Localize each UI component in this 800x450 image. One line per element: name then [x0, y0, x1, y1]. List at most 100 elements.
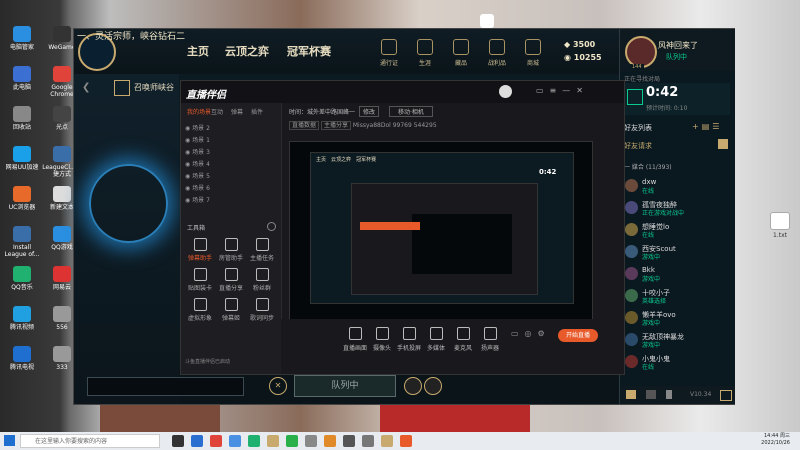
desktop-file-1txt[interactable]: 1.txt	[760, 212, 800, 239]
back-arrow-icon[interactable]: ❮	[82, 82, 90, 93]
friend-item[interactable]: 无敌顶神暴龙 游戏中	[620, 331, 735, 349]
tab-scenes[interactable]: 我的场景	[187, 107, 211, 116]
tab-plugins[interactable]: 插件	[251, 107, 263, 116]
taskbar-app-icon[interactable]	[362, 435, 374, 447]
settings-icons[interactable]: ▭◎⚙	[511, 329, 551, 338]
friend-actions-icons[interactable]: +▤☰	[692, 122, 722, 131]
friend-item[interactable]: 十咬小子 英雄选择	[620, 287, 735, 305]
mic-icon[interactable]	[666, 390, 672, 399]
requests-icon[interactable]	[718, 139, 728, 149]
tab-tft[interactable]: 云顶之弈	[225, 43, 269, 59]
friend-item[interactable]: 小鬼小鬼 在线	[620, 353, 735, 371]
user-avatar[interactable]	[499, 85, 512, 98]
taskbar-clock[interactable]: 14:44 周三 2022/10/26	[740, 433, 790, 447]
mic-icon	[456, 327, 470, 340]
scene-item[interactable]: ◉ 场景 2	[185, 123, 277, 134]
tab-danmu[interactable]: 弹幕	[231, 107, 243, 116]
cancel-queue-button[interactable]: ✕	[269, 377, 287, 395]
category-button[interactable]: 移动·相机	[389, 106, 433, 117]
nav-collection[interactable]: 藏品	[446, 39, 476, 67]
chat-input[interactable]	[87, 377, 244, 396]
window-controls[interactable]: ▭≡—✕	[536, 86, 589, 95]
bilibili-tray-icon[interactable]	[480, 14, 494, 28]
tool-button[interactable]: 虚拟形象	[185, 298, 215, 322]
tab-home[interactable]: 主页	[187, 43, 209, 59]
desktop-icon[interactable]: 腾讯电视	[2, 346, 42, 371]
tab-interact[interactable]: 互动	[211, 107, 223, 116]
username: 风神回来了	[658, 41, 698, 50]
friend-group-header[interactable]: 一 媒合 (11/393)	[624, 162, 672, 171]
scene-item[interactable]: ◉ 场景 5	[185, 171, 277, 182]
taskbar-app-icon[interactable]	[305, 435, 317, 447]
tab-worlds[interactable]: 冠军杯赛	[287, 43, 331, 59]
tool-button[interactable]: 房管助手	[216, 238, 246, 262]
taskbar-app-icon[interactable]	[381, 435, 393, 447]
desktop-icon-label: 光点	[55, 124, 68, 131]
companion-header: 直播伴侣 ▭≡—✕	[181, 81, 624, 103]
desktop-icon[interactable]: QQ音乐	[2, 266, 42, 291]
desktop-icon[interactable]: 此电脑	[2, 66, 42, 91]
taskbar-app-icon[interactable]	[400, 435, 412, 447]
friend-item[interactable]: 西安Scout 游戏中	[620, 243, 735, 261]
friend-item[interactable]: dxw 在线	[620, 177, 735, 195]
tool-button[interactable]: 直播分享	[216, 268, 246, 292]
tool-button[interactable]: 贴图装卡	[185, 268, 215, 292]
friend-requests[interactable]: 好友请求	[624, 141, 652, 151]
desktop-icon[interactable]: UC浏览器	[2, 186, 42, 211]
stream-preview[interactable]: 主页 云顶之弈 冠军杯赛 0:42	[289, 141, 593, 321]
taskbar-app-icon[interactable]	[286, 435, 298, 447]
friend-item[interactable]: Bkk 游戏中	[620, 265, 735, 283]
tool-button[interactable]: 歌词同步	[247, 298, 277, 322]
scene-item[interactable]: ◉ 场景 1	[185, 135, 277, 146]
friends-list-title: 好友列表	[624, 124, 652, 132]
edit-title-button[interactable]: 修改	[359, 106, 380, 117]
queue-timer: 0:42	[646, 85, 679, 100]
in-queue-button[interactable]: 队列中	[294, 375, 396, 397]
friend-item[interactable]: 孤雪夜独醉 正在游戏对战中	[620, 199, 735, 217]
taskbar-app-icon[interactable]	[267, 435, 279, 447]
taskbar-app-icon[interactable]	[229, 435, 241, 447]
help-icon[interactable]	[720, 390, 732, 401]
taskbar-app-icon[interactable]	[343, 435, 355, 447]
speaker-button[interactable]: 扬声器	[474, 327, 506, 352]
chat-icon[interactable]	[626, 390, 636, 399]
profile-header[interactable]: 144 风神回来了 队列中	[620, 29, 735, 71]
client-version: V10.34	[690, 391, 712, 398]
mission-icon[interactable]	[646, 390, 656, 399]
nav-pass[interactable]: 通行证	[374, 39, 404, 67]
taskbar-app-icon[interactable]	[172, 435, 184, 447]
scene-item[interactable]: ◉ 场景 6	[185, 183, 277, 194]
stream-stats: 直播数据 主播分享 Missya88Dol 99769 544295	[289, 120, 437, 130]
start-live-button[interactable]: 开始直播	[558, 329, 598, 342]
friend-item[interactable]: 想睡觉lo 在线	[620, 221, 735, 239]
taskbar-app-icon[interactable]	[324, 435, 336, 447]
app-icon	[13, 186, 31, 202]
desktop-icon[interactable]: 电脑管家	[2, 26, 42, 51]
tool-button[interactable]: 粉丝群	[247, 268, 277, 292]
desktop-icon[interactable]: Install League of...	[2, 226, 42, 258]
taskbar-app-icon[interactable]	[191, 435, 203, 447]
taskbar-app-icon[interactable]	[248, 435, 260, 447]
desktop-icon[interactable]: 网易UU加速	[2, 146, 42, 171]
nav-profile[interactable]: 生涯	[410, 39, 440, 67]
scene-item[interactable]: ◉ 场景 4	[185, 159, 277, 170]
tool-button[interactable]: 弹幕姬	[216, 298, 246, 322]
nav-loot[interactable]: 战利品	[482, 39, 512, 67]
taskbar-search-input[interactable]: 在这里输入你要搜索的内容	[20, 434, 160, 448]
hand-icon[interactable]	[424, 377, 442, 395]
app-icon	[13, 226, 31, 242]
friend-item[interactable]: 懒羊羊ovo 游戏中	[620, 309, 735, 327]
queue-label: 正在寻找对局	[624, 76, 661, 83]
nav-store[interactable]: 商城	[518, 39, 548, 67]
tool-button[interactable]: 主播任务	[247, 238, 277, 262]
tool-button[interactable]: 弹幕助手	[185, 238, 215, 262]
scene-item[interactable]: ◉ 场景 3	[185, 147, 277, 158]
edit-icon[interactable]	[404, 377, 422, 395]
scene-item[interactable]: ◉ 场景 7	[185, 195, 277, 206]
desktop-icon[interactable]: 腾讯视频	[2, 306, 42, 331]
windows-start-icon[interactable]	[4, 435, 15, 446]
taskbar-app-icon[interactable]	[210, 435, 222, 447]
toolbox-collapse-icon[interactable]	[267, 222, 276, 231]
desktop-icon[interactable]: 回收站	[2, 106, 42, 131]
profile-icon	[417, 39, 433, 55]
